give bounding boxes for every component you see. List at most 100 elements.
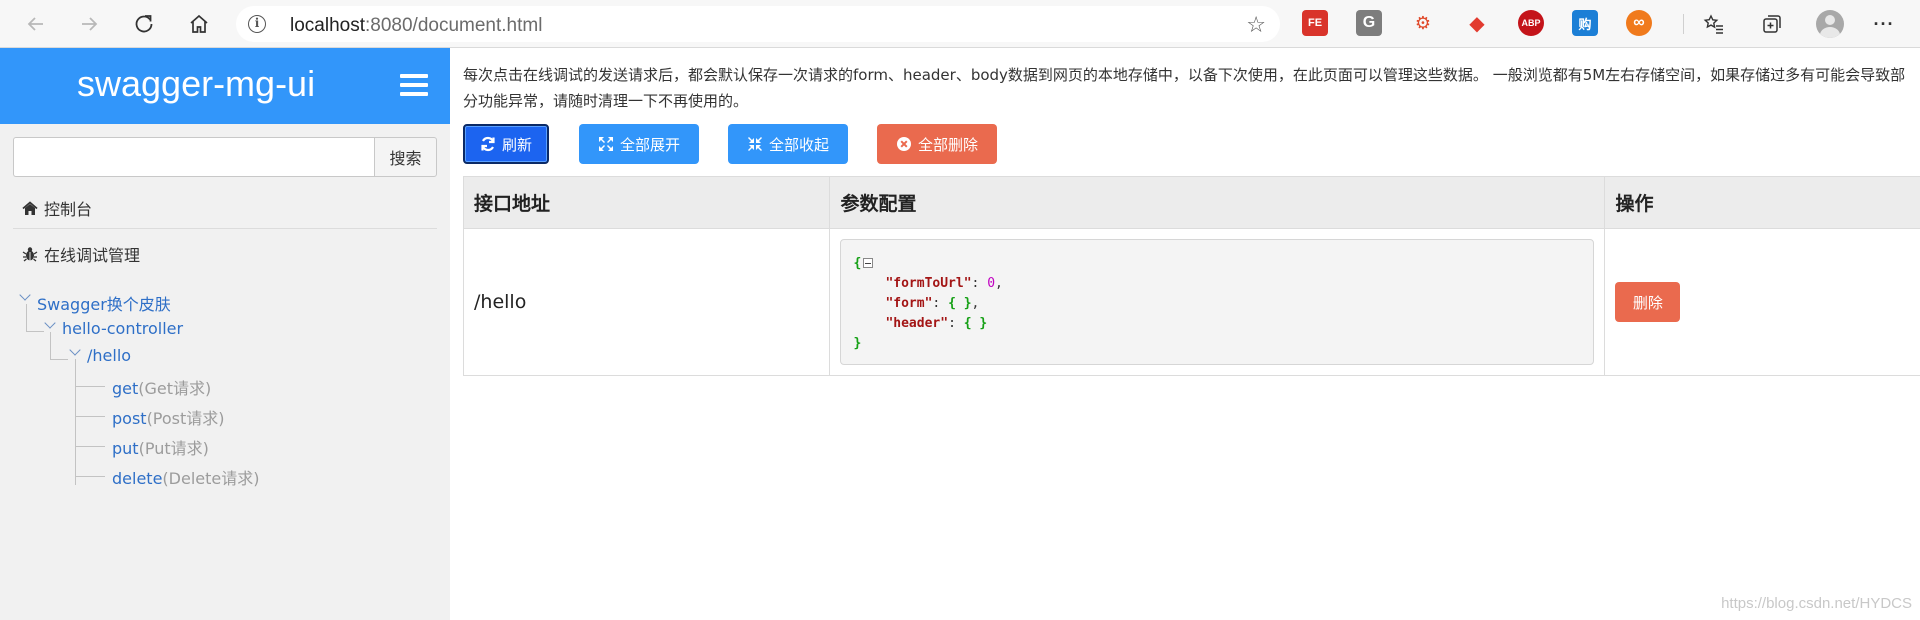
tree-node-controller[interactable]: hello-controller (62, 319, 183, 338)
json-open-brace: { (853, 256, 862, 271)
table-row: /hello { "formToUrl": 0, "form": { }, "h… (462, 228, 1920, 376)
bug-icon (22, 247, 38, 262)
url-host: localhost (290, 15, 365, 36)
collections-button[interactable] (1756, 8, 1788, 40)
method-hint: (Delete请求) (162, 469, 260, 488)
profile-avatar-icon[interactable] (1816, 10, 1844, 38)
method-hint: (Post请求) (146, 409, 225, 428)
reload-icon (135, 15, 153, 33)
chevron-down-icon[interactable] (69, 344, 81, 356)
home-icon (22, 200, 38, 215)
json-viewer: { "formToUrl": 0, "form": { }, "header":… (840, 239, 1595, 365)
search-button[interactable]: 搜索 (374, 137, 437, 177)
json-comma: , (995, 276, 1003, 291)
tree-connector (75, 416, 105, 417)
expand-all-button[interactable]: 全部展开 (579, 124, 699, 164)
json-close-brace: } (853, 336, 862, 351)
json-line: { (853, 254, 1581, 274)
storage-description: 每次点击在线调试的发送请求后，都会默认保存一次请求的form、header、bo… (463, 66, 1906, 110)
translate-extension-icon[interactable]: 购 (1572, 10, 1598, 36)
site-info-icon[interactable]: i (248, 15, 266, 33)
reload-button[interactable] (128, 8, 160, 40)
json-value: { } (948, 296, 972, 311)
method-hint: (Get请求) (138, 379, 212, 398)
collections-icon (1763, 15, 1781, 33)
refresh-button[interactable]: 刷新 (463, 124, 549, 164)
tree-node-method-delete[interactable]: delete(Delete请求) (112, 465, 259, 489)
button-label: 全部删除 (917, 135, 978, 154)
address-bar[interactable]: i localhost:8080/document.html ☆ (236, 6, 1280, 42)
main-content: 每次点击在线调试的发送请求后，都会默认保存一次请求的form、header、bo… (450, 48, 1920, 620)
toolbar-divider (1683, 14, 1684, 34)
more-menu-icon[interactable]: ··· (1868, 8, 1900, 40)
json-value: { } (963, 316, 988, 331)
tree-node-root[interactable]: Swagger换个皮肤 (37, 291, 171, 315)
tree-node-path[interactable]: /hello (87, 346, 131, 365)
button-label: 全部收起 (768, 135, 829, 154)
sidebar-item-console[interactable]: 控制台 (22, 196, 92, 220)
json-value: 0 (987, 276, 996, 291)
refresh-icon (481, 136, 495, 152)
sidebar-item-label: 控制台 (44, 200, 93, 219)
tree-node-method-put[interactable]: put(Put请求) (112, 435, 209, 459)
params-cell: { "formToUrl": 0, "form": { }, "header":… (829, 228, 1606, 376)
forward-button[interactable] (73, 8, 105, 40)
sidebar-item-label: 在线调试管理 (44, 246, 141, 265)
sidebar: swagger-mg-ui 搜索 控制台 在线调试管理 Swagger换个皮肤 … (0, 48, 450, 620)
menu-toggle-icon[interactable] (400, 74, 428, 98)
sidebar-item-debug-manage[interactable]: 在线调试管理 (22, 242, 140, 266)
watermark: https://blog.csdn.net/HYDCS (1721, 595, 1912, 612)
collapse-toggle-icon[interactable] (863, 258, 874, 268)
network-extension-icon[interactable]: ⚙ (1410, 10, 1436, 36)
chevron-down-icon[interactable] (19, 289, 31, 301)
delete-all-button[interactable]: 全部删除 (877, 124, 997, 164)
favorites-button[interactable] (1698, 8, 1730, 40)
tree-connector (75, 476, 105, 477)
column-header-url: 接口地址 (462, 176, 831, 229)
json-key: "formToUrl" (885, 276, 972, 291)
method-name: delete (112, 469, 163, 488)
favorite-star-icon[interactable]: ☆ (1246, 12, 1266, 38)
home-icon (190, 14, 208, 33)
method-name: get (112, 379, 139, 398)
grammarly-extension-icon[interactable]: G (1356, 10, 1382, 36)
json-separator: : (948, 316, 964, 331)
method-hint: (Put请求) (138, 439, 209, 458)
brand-title: swagger-mg-ui (77, 63, 316, 104)
actions-cell: 删除 (1604, 228, 1920, 376)
storage-table: 接口地址 参数配置 操作 /hello { "formToUrl": 0, "f… (462, 176, 1920, 376)
tree-connector (50, 332, 51, 360)
home-button[interactable] (183, 8, 215, 40)
url-text[interactable]: localhost:8080/document.html (290, 15, 542, 37)
json-line: "formToUrl": 0, (853, 274, 1581, 294)
forward-arrow-icon (82, 17, 98, 31)
json-separator: : (932, 296, 949, 311)
fe-helper-extension-icon[interactable]: FE (1302, 10, 1328, 36)
back-button[interactable] (20, 8, 52, 40)
button-label: 全部展开 (619, 135, 680, 154)
infinity-extension-icon[interactable]: ∞ (1626, 10, 1652, 36)
cube-extension-icon[interactable]: ◆ (1464, 10, 1490, 36)
back-arrow-icon (27, 17, 43, 31)
browser-toolbar: i localhost:8080/document.html ☆ FE G ⚙ … (0, 0, 1920, 48)
column-header-params: 参数配置 (829, 176, 1606, 229)
tree-connector (75, 386, 105, 387)
method-name: post (112, 409, 147, 428)
table-header-row: 接口地址 参数配置 操作 (462, 176, 1920, 229)
adblock-plus-extension-icon[interactable]: ABP (1518, 10, 1544, 36)
json-line: "header": { } (853, 314, 1581, 334)
chevron-down-icon[interactable] (44, 317, 56, 329)
search-input[interactable] (13, 137, 374, 177)
json-comma: , (971, 296, 980, 311)
favorites-list-icon (1703, 14, 1723, 34)
tree-connector (75, 359, 76, 485)
json-key: "form" (885, 296, 933, 311)
method-name: put (112, 439, 139, 458)
collapse-all-button[interactable]: 全部收起 (728, 124, 848, 164)
tree-connector (50, 359, 68, 360)
tree-node-method-post[interactable]: post(Post请求) (112, 405, 225, 429)
tree-connector (75, 446, 105, 447)
tree-node-method-get[interactable]: get(Get请求) (112, 375, 211, 399)
json-line: } (853, 334, 1581, 354)
delete-row-button[interactable]: 删除 (1615, 282, 1681, 322)
